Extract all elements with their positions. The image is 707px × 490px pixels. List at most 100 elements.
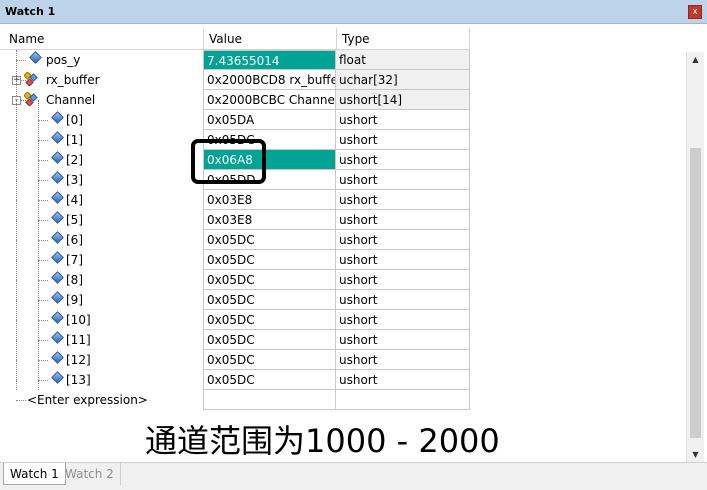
enter-expression-row[interactable]: <Enter expression> — [0, 380, 470, 410]
enter-expression-label[interactable]: <Enter expression> — [0, 390, 203, 410]
tree-line — [16, 380, 17, 390]
watch-row-type: ushort — [336, 250, 470, 270]
watch-row-name[interactable]: [1] — [66, 130, 83, 150]
watch-row-type: ushort — [336, 310, 470, 330]
tree-line — [38, 360, 48, 361]
watch-row-name[interactable]: [5] — [66, 210, 83, 230]
variable-gem-icon — [51, 271, 64, 284]
tree-line — [38, 200, 48, 201]
column-header-type[interactable]: Type — [336, 28, 470, 49]
watch-row-name[interactable]: [4] — [66, 190, 83, 210]
watch-row[interactable]: - Channel 0x2000BCBC Channel ushort[14] — [0, 80, 470, 110]
watch-row-type: ushort — [336, 330, 470, 350]
watch-row[interactable]: [5] 0x03E8 ushort — [0, 200, 470, 230]
annotation-caption: 通道范围为1000 - 2000 — [145, 422, 500, 460]
watch-row-name[interactable]: [7] — [66, 250, 83, 270]
watch-row[interactable]: pos_y 7.43655014 float — [0, 50, 470, 70]
watch-row-type: ushort[14] — [336, 90, 470, 110]
scroll-up-button[interactable]: ▲ — [688, 52, 703, 67]
watch-row-value[interactable]: 0x05DC — [203, 250, 336, 270]
watch-row-type: ushort — [336, 210, 470, 230]
watch-row-value[interactable]: 7.43655014 — [203, 50, 336, 70]
watch-grid: Name Value Type pos_y 7.43655014 float + rx_… — [0, 28, 686, 460]
watch-row-name[interactable]: [3] — [66, 170, 83, 190]
watch-row-type: ushort — [336, 350, 470, 370]
watch-row[interactable]: +rx_buffer0x2000BCD8 rx_buffer...uchar[3… — [0, 60, 470, 90]
variable-gem-icon — [29, 51, 42, 64]
close-button[interactable]: x — [688, 5, 702, 19]
watch-row-value[interactable]: 0x05DC — [203, 230, 336, 250]
watch-row[interactable]: [6] 0x05DC ushort — [0, 220, 470, 250]
watch-row-value[interactable]: 0x2000BCBC Channel — [203, 90, 336, 110]
watch-row-type: ushort — [336, 190, 470, 210]
scroll-down-button[interactable]: ▼ — [688, 447, 703, 462]
column-divider[interactable] — [469, 28, 470, 49]
tree-line — [38, 120, 48, 121]
watch-row-type: ushort — [336, 230, 470, 250]
watch-row-type: float — [336, 50, 470, 70]
watch-row-name[interactable]: [10] — [66, 310, 91, 330]
watch-row[interactable]: [4] 0x03E8 ushort — [0, 180, 470, 210]
variable-gem-icon — [51, 291, 64, 304]
vertical-scrollbar[interactable]: ▲ ▼ — [686, 52, 704, 462]
title-bar: Watch 1 x — [0, 0, 707, 24]
watch-row-name[interactable]: [12] — [66, 350, 91, 370]
column-header-value[interactable]: Value — [203, 28, 336, 49]
tab-watch-1[interactable]: Watch 1 — [3, 463, 66, 485]
watch-row[interactable]: [0] 0x05DA ushort — [0, 100, 470, 130]
variable-gem-icon — [51, 111, 64, 124]
tree-line — [38, 280, 48, 281]
variable-gem-icon — [51, 371, 64, 384]
column-header-row: Name Value Type — [0, 28, 470, 50]
watch-row-name[interactable]: [11] — [66, 330, 91, 350]
watch-row-value[interactable]: 0x05DC — [203, 310, 336, 330]
watch-row-name[interactable]: [0] — [66, 110, 83, 130]
column-header-name[interactable]: Name — [3, 28, 203, 49]
variable-gem-icon — [51, 351, 64, 364]
variable-gem-icon — [51, 331, 64, 344]
watch-row-value[interactable]: 0x05DC — [203, 290, 336, 310]
watch-row-name[interactable]: [8] — [66, 270, 83, 290]
variable-gem-icon — [51, 191, 64, 204]
watch-row[interactable]: [10] 0x05DC ushort — [0, 300, 470, 330]
watch-row-value[interactable]: 0x05DC — [203, 270, 336, 290]
tree-line — [38, 360, 39, 390]
watch-row-type: ushort — [336, 170, 470, 190]
variable-gem-icon — [51, 151, 64, 164]
watch-row-name[interactable]: rx_buffer — [46, 70, 100, 90]
watch-row[interactable]: [8] 0x05DC ushort — [0, 260, 470, 290]
struct-icon — [24, 72, 38, 86]
watch-row-name[interactable]: [9] — [66, 290, 83, 310]
watch-row[interactable]: [13] 0x05DC ushort — [0, 360, 470, 390]
tree-line — [38, 240, 48, 241]
watch-row-value[interactable]: 0x2000BCD8 rx_buffer... — [203, 70, 336, 90]
watch-row-value[interactable]: 0x05DC — [203, 370, 336, 390]
watch-row-name[interactable]: pos_y — [46, 50, 80, 70]
watch-row-value[interactable]: 0x03E8 — [203, 210, 336, 230]
watch-row-value[interactable]: 0x03E8 — [203, 190, 336, 210]
tree-line — [38, 140, 48, 141]
tree-line — [16, 60, 26, 61]
watch-row-value[interactable]: 0x05DC — [203, 330, 336, 350]
tree-line — [38, 180, 48, 181]
watch-row-value[interactable]: 0x05DA — [203, 110, 336, 130]
watch-row-type: uchar[32] — [336, 70, 470, 90]
watch-row-name[interactable]: [2] — [66, 150, 83, 170]
tree-line — [38, 220, 48, 221]
watch-row[interactable]: [9] 0x05DC ushort — [0, 280, 470, 310]
variable-gem-icon — [51, 131, 64, 144]
watch-row-name[interactable]: Channel — [46, 90, 95, 110]
watch-row[interactable]: [12] 0x05DC ushort — [0, 340, 470, 370]
watch-row-type: ushort — [336, 370, 470, 390]
watch-row-type: ushort — [336, 270, 470, 290]
watch-row-value[interactable]: 0x05DC — [203, 350, 336, 370]
variable-gem-icon — [51, 211, 64, 224]
watch-row-name[interactable]: [6] — [66, 230, 83, 250]
watch-row[interactable]: [11] 0x05DC ushort — [0, 320, 470, 350]
watch-row[interactable]: [7] 0x05DC ushort — [0, 240, 470, 270]
struct-icon — [24, 92, 38, 106]
enter-expression-type — [336, 390, 470, 410]
scroll-thumb[interactable] — [690, 148, 701, 438]
watch-row-name[interactable]: [13] — [66, 370, 91, 390]
tab-watch-2[interactable]: Watch 2 — [59, 463, 121, 485]
